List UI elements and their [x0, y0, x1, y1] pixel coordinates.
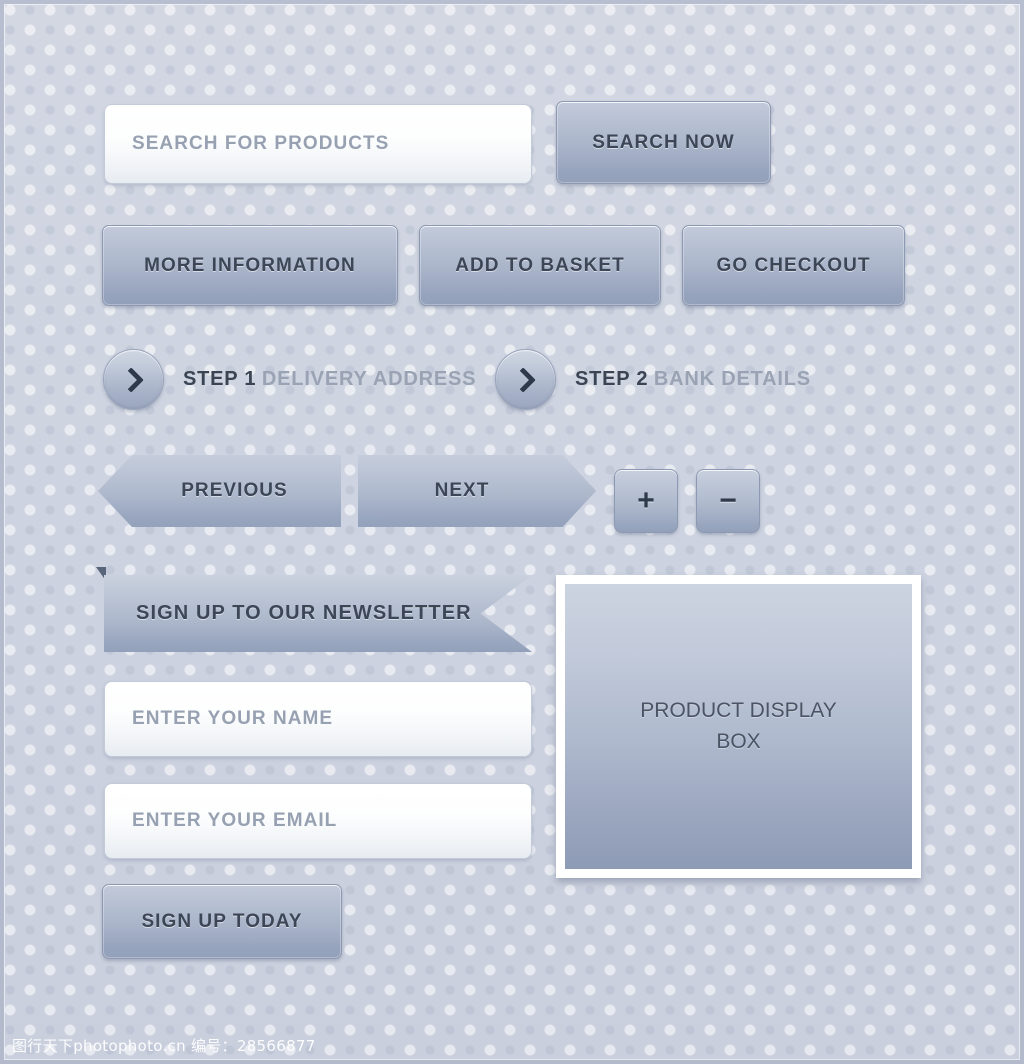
product-display-line-2: BOX [716, 729, 761, 753]
decrement-button[interactable]: − [696, 469, 760, 533]
product-display-line-1: PRODUCT DISPLAY [640, 699, 837, 723]
sign-up-today-button[interactable]: SIGN UP TODAY [102, 884, 342, 959]
name-input[interactable]: ENTER YOUR NAME [104, 681, 532, 757]
step-1-text: STEP 1 DELIVERY ADDRESS [183, 368, 476, 391]
chevron-right-icon [117, 366, 144, 393]
step-1-description: DELIVERY ADDRESS [261, 368, 477, 390]
search-input[interactable]: SEARCH FOR PRODUCTS [104, 104, 532, 184]
more-information-button[interactable]: MORE INFORMATION [102, 225, 398, 306]
increment-button[interactable]: + [614, 469, 678, 533]
newsletter-ribbon[interactable]: SIGN UP TO OUR NEWSLETTER [90, 565, 550, 665]
step-1-arrow-button[interactable] [103, 349, 164, 410]
step-2[interactable]: STEP 2 BANK DETAILS [495, 349, 811, 410]
step-1-number: STEP 1 [183, 368, 257, 390]
newsletter-ribbon-label[interactable]: SIGN UP TO OUR NEWSLETTER [104, 575, 532, 652]
step-2-description: BANK DETAILS [653, 368, 811, 390]
product-display-box[interactable]: PRODUCT DISPLAY BOX [556, 575, 921, 878]
product-display-label: PRODUCT DISPLAY BOX [640, 696, 836, 757]
add-to-basket-button[interactable]: ADD TO BASKET [419, 225, 661, 306]
previous-button[interactable]: PREVIOUS [98, 455, 341, 527]
email-input-placeholder: ENTER YOUR EMAIL [132, 810, 338, 831]
step-2-number: STEP 2 [575, 368, 649, 390]
product-display-inner: PRODUCT DISPLAY BOX [565, 584, 912, 869]
go-checkout-button[interactable]: GO CHECKOUT [682, 225, 905, 306]
email-input[interactable]: ENTER YOUR EMAIL [104, 783, 532, 859]
search-now-button[interactable]: SEARCH NOW [556, 101, 771, 184]
ui-kit-canvas: SEARCH FOR PRODUCTS SEARCH NOW MORE INFO… [0, 0, 1024, 1064]
watermark-text: 图行天下photophoto.cn 编号：28566877 [12, 1037, 316, 1055]
step-2-text: STEP 2 BANK DETAILS [575, 368, 811, 391]
step-1[interactable]: STEP 1 DELIVERY ADDRESS [103, 349, 476, 410]
search-input-placeholder: SEARCH FOR PRODUCTS [132, 133, 390, 154]
next-button[interactable]: NEXT [358, 455, 596, 527]
chevron-right-icon [509, 366, 536, 393]
name-input-placeholder: ENTER YOUR NAME [132, 708, 334, 729]
step-2-arrow-button[interactable] [495, 349, 556, 410]
